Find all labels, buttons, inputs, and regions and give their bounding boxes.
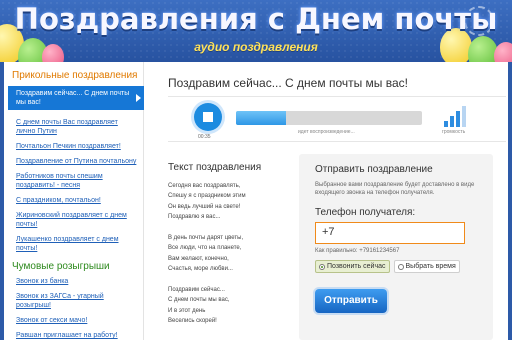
sidebar-section-title: Чумовые розыгрыши — [12, 261, 110, 272]
playback-status: идет воспроизведение... — [298, 129, 355, 135]
sidebar-prank-item[interactable]: Звонок из ЗАГСа - угарный розыгрыш! — [16, 292, 138, 310]
choose-time-option[interactable]: Выбрать время — [393, 260, 460, 273]
sidebar-item[interactable]: Поздравление от Путина почтальону — [16, 157, 138, 166]
phone-input[interactable]: +7 — [315, 222, 465, 244]
volume-bar — [450, 116, 454, 127]
phone-example: Как правильно: +79161234567 — [315, 248, 400, 254]
progress-bar[interactable] — [236, 111, 422, 125]
text-title: Текст поздравления — [168, 162, 262, 173]
send-description: Выбранное вами поздравление будет достав… — [315, 182, 475, 196]
page-content: Прикольные поздравления Поздравим сейчас… — [4, 62, 508, 340]
greeting-text: Текст поздравления Сегодня вас поздравля… — [168, 162, 298, 326]
sidebar-item[interactable]: С праздником, почтальон! — [16, 196, 138, 205]
sidebar-prank-item[interactable]: Звонок от секси мачо! — [16, 316, 138, 325]
phone-label: Телефон получателя: — [315, 207, 416, 218]
send-title: Отправить поздравление — [315, 164, 433, 175]
sidebar-prank-item[interactable]: Равшан приглашает на работу! — [16, 331, 138, 340]
lyric-line: С днем почты мы вас, — [168, 297, 230, 304]
volume-label: громкость — [442, 129, 466, 135]
lyric-line — [168, 223, 298, 233]
sidebar-item-active[interactable]: Поздравим сейчас... С днем почты мы вас! — [8, 86, 144, 110]
lyric-line: Все люди, что на планете, — [168, 245, 242, 252]
playback-time: 00:35 — [198, 134, 211, 140]
lyric-line: Поздравлю я вас... — [168, 214, 221, 221]
call-now-label: Позвонить сейчас — [327, 263, 386, 270]
greeting-heading: Поздравим сейчас... С днем почты мы вас! — [168, 76, 409, 90]
lyric-line: Поздравим сейчас... — [168, 286, 225, 293]
sidebar-item[interactable]: Жириновский поздравляет с днем почты! — [16, 211, 138, 229]
radio-icon — [397, 263, 404, 270]
choose-time-label: Выбрать время — [405, 263, 456, 270]
lyric-line: В день почты дарят цветы, — [168, 234, 244, 241]
sidebar-prank-item[interactable]: Звонок из банка — [16, 277, 138, 286]
site-header: Поздравления с Днем почты аудио поздравл… — [0, 0, 512, 62]
radio-selected-icon — [319, 263, 325, 270]
call-now-option[interactable]: Позвонить сейчас — [315, 260, 390, 273]
volume-bar — [456, 111, 460, 127]
page-subtitle: аудио поздравления — [194, 40, 318, 54]
page-title: Поздравления с Днем почты — [14, 2, 498, 36]
sidebar-item[interactable]: Работников почты спешим поздравить! - пе… — [16, 172, 138, 190]
audio-player: 00:35 идет воспроизведение... громкость — [168, 96, 506, 142]
lyric-line: И в этот день — [168, 307, 206, 314]
stop-button[interactable] — [194, 103, 222, 131]
lyric-line: Он ведь лучший на свете! — [168, 203, 241, 210]
lyric-line: Сегодня вас поздравлять, — [168, 183, 241, 189]
volume-icon[interactable] — [444, 103, 472, 127]
volume-bar — [462, 106, 466, 127]
volume-bar — [444, 121, 448, 127]
sidebar: Прикольные поздравления Поздравим сейчас… — [4, 62, 144, 340]
lyric-line: Счастья, море любви... — [168, 266, 233, 273]
progress-fill — [236, 111, 287, 125]
send-panel: Отправить поздравление Выбранное вами по… — [299, 154, 493, 340]
sidebar-item[interactable]: Почтальон Печкин поздравляет! — [16, 142, 138, 151]
send-button[interactable]: Отправить — [315, 289, 387, 313]
sidebar-item[interactable]: Лукашенко поздравляет с днем почты! — [16, 235, 138, 253]
main-content: Поздравим сейчас... С днем почты мы вас!… — [154, 62, 508, 340]
lyric-line — [168, 275, 298, 285]
sidebar-section-title: Прикольные поздравления — [12, 70, 138, 81]
lyric-line: Вам желают, конечно, — [168, 255, 229, 262]
sidebar-item[interactable]: С днем почты Вас поздравляет лично Путин — [16, 118, 138, 136]
lyric-line: Веселись скорей! — [168, 318, 217, 325]
call-options: Позвонить сейчас Выбрать время — [315, 260, 477, 273]
lyric-line: Спешу я с праздником этим — [168, 193, 246, 200]
